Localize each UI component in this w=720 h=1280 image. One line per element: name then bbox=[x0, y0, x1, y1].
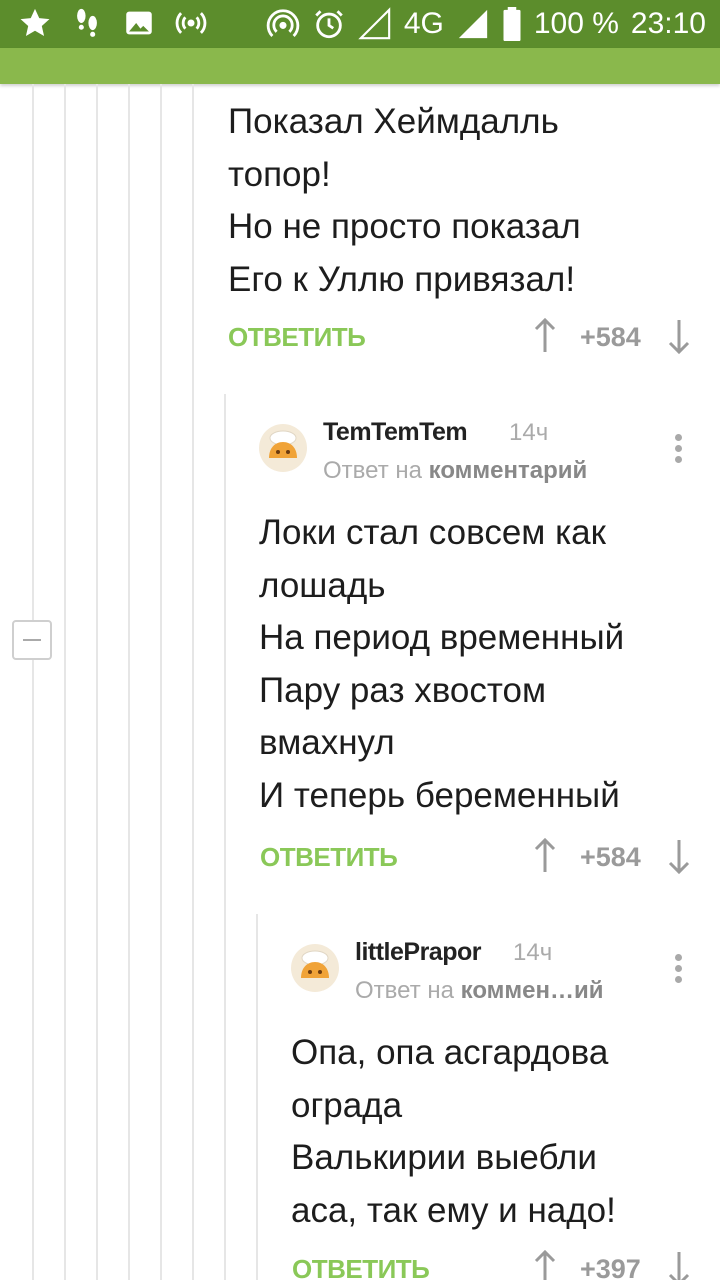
reply-to-link[interactable]: коммен…ий bbox=[461, 977, 604, 1004]
thread-line bbox=[64, 84, 66, 1280]
chef-avatar-icon bbox=[269, 430, 297, 458]
thread-line bbox=[32, 84, 34, 1280]
network-type: 4G bbox=[403, 7, 444, 40]
more-options-icon[interactable] bbox=[672, 434, 684, 468]
upvote-arrow-icon[interactable] bbox=[533, 1250, 557, 1280]
clock: 23:10 bbox=[630, 7, 706, 40]
signal-empty-icon bbox=[358, 7, 391, 40]
comment-time: 14ч bbox=[513, 939, 553, 966]
reply-to: Ответ на комментарий bbox=[323, 457, 588, 484]
reply-button[interactable]: ОТВЕТИТЬ bbox=[260, 842, 398, 873]
thread-line bbox=[96, 84, 98, 1280]
comment-score: +584 bbox=[580, 842, 641, 872]
footprints-icon bbox=[77, 8, 97, 37]
comment-time: 14ч bbox=[509, 419, 549, 446]
thread-line bbox=[256, 914, 258, 1280]
alarm-icon bbox=[315, 10, 343, 39]
downvote-arrow-icon[interactable] bbox=[667, 318, 691, 354]
battery-icon bbox=[503, 7, 521, 41]
upvote-arrow-icon[interactable] bbox=[533, 838, 557, 874]
more-options-icon[interactable] bbox=[672, 954, 684, 988]
comment-author[interactable]: littlePrapor bbox=[355, 938, 481, 967]
thread-line bbox=[224, 394, 226, 1280]
battery-level: 100 % bbox=[533, 7, 619, 40]
thread-line bbox=[128, 84, 130, 1280]
signal-full-icon bbox=[458, 9, 488, 39]
avatar[interactable] bbox=[291, 944, 339, 992]
thread-line bbox=[192, 84, 194, 1280]
reply-to: Ответ на коммен…ий bbox=[355, 977, 604, 1004]
hotspot-icon bbox=[266, 9, 300, 38]
avatar[interactable] bbox=[259, 424, 307, 472]
upvote-arrow-icon[interactable] bbox=[533, 318, 557, 354]
comment-score: +397 bbox=[580, 1254, 641, 1280]
comment-score: +584 bbox=[580, 322, 641, 352]
radio-waves-icon bbox=[175, 12, 207, 34]
reply-to-link[interactable]: комментарий bbox=[429, 457, 588, 484]
image-icon bbox=[126, 11, 152, 35]
comment-text: Локи стал совсем как лошадь На период вр… bbox=[259, 513, 625, 815]
star-icon bbox=[20, 8, 50, 37]
comment-author[interactable]: TemTemTem bbox=[323, 418, 468, 447]
chef-avatar-icon bbox=[301, 950, 329, 978]
downvote-arrow-icon[interactable] bbox=[667, 1250, 691, 1280]
status-bar: 4G 100 % 23:10 bbox=[0, 0, 720, 48]
downvote-arrow-icon[interactable] bbox=[667, 838, 691, 874]
comment-text: Опа, опа асгардова ограда Валькирии выеб… bbox=[291, 1033, 616, 1230]
thread-line bbox=[160, 84, 162, 1280]
collapse-thread-button[interactable] bbox=[12, 620, 52, 660]
app-bar bbox=[0, 48, 720, 84]
comment-text: Показал Хеймдалль топор! Но не просто по… bbox=[228, 102, 581, 299]
reply-button[interactable]: ОТВЕТИТЬ bbox=[292, 1254, 430, 1280]
reply-button[interactable]: ОТВЕТИТЬ bbox=[228, 322, 366, 353]
